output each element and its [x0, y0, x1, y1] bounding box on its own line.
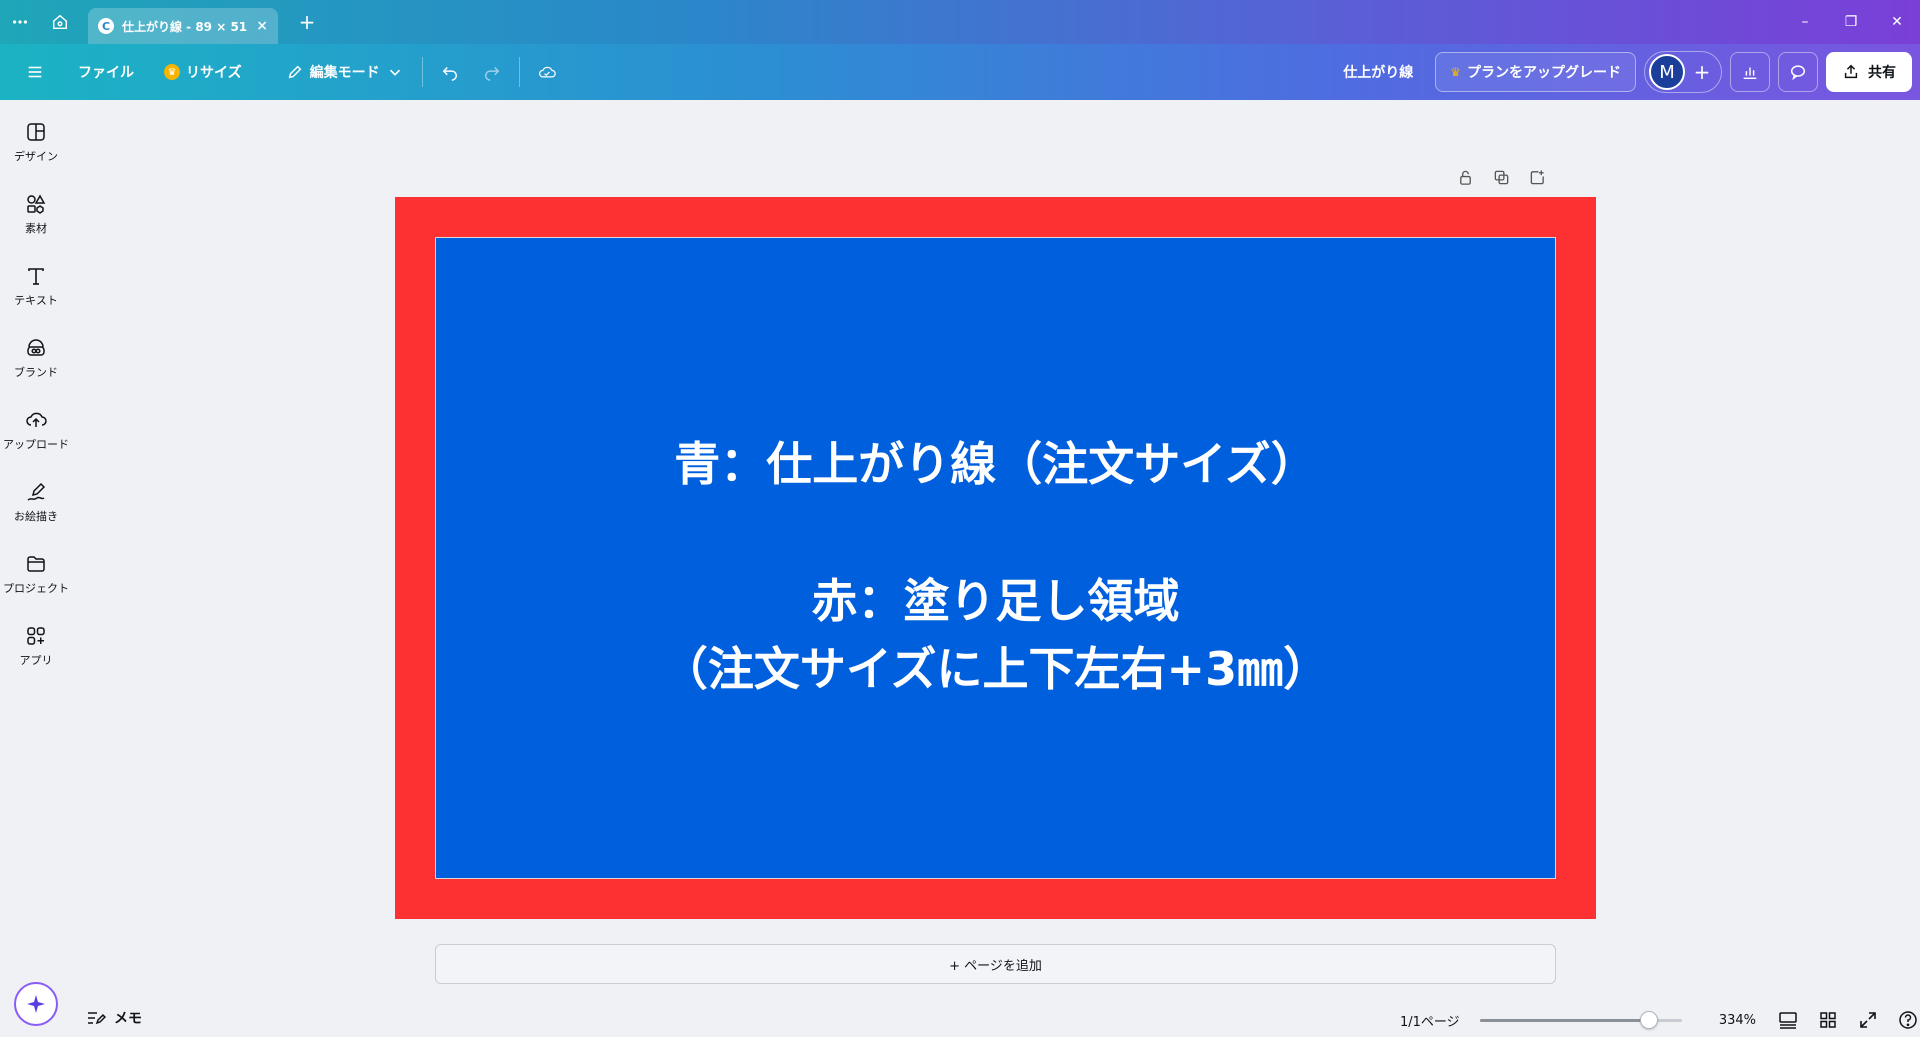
sidebar-item-apps[interactable]: アプリ: [0, 614, 72, 678]
file-menu-label: ファイル: [78, 65, 134, 81]
duplicate-page-icon[interactable]: [1490, 166, 1512, 188]
page-count[interactable]: 1/1ページ: [1400, 1011, 1480, 1030]
grid-view-icon[interactable]: [1814, 1006, 1842, 1034]
sidebar-item-label: アップロード: [3, 437, 69, 451]
elements-icon: [27, 193, 46, 214]
redo-icon: [484, 66, 499, 81]
edit-mode-label: 編集モード: [309, 65, 380, 81]
sidebar-item-label: ブランド: [14, 365, 58, 379]
sidebar-item-label: テキスト: [14, 293, 58, 307]
folder-icon: [27, 555, 45, 572]
share-button[interactable]: 共有: [1826, 52, 1912, 92]
add-page-icon[interactable]: [1526, 166, 1548, 188]
page-tools: [1454, 166, 1548, 188]
share-label: 共有: [1868, 65, 1896, 81]
restore-icon[interactable]: ❐: [1828, 0, 1874, 44]
notes-label: メモ: [114, 1011, 142, 1027]
draw-pen-icon: [27, 482, 46, 501]
share-upload-icon: [1844, 64, 1858, 79]
notes-button[interactable]: メモ: [86, 1008, 142, 1028]
document-title[interactable]: 仕上がり線: [1343, 62, 1413, 82]
chevron-down-icon: [389, 69, 400, 76]
design-layout-icon: [27, 122, 45, 141]
add-collaborator-icon[interactable]: +: [1687, 57, 1717, 87]
cloud-check-icon: [538, 66, 556, 78]
upgrade-plan-button[interactable]: ♛ プランをアップグレード: [1435, 52, 1636, 92]
sidebar-item-label: 素材: [25, 221, 47, 235]
collaborators-group: M +: [1644, 51, 1722, 93]
edit-mode-dropdown[interactable]: 編集モード: [274, 52, 416, 92]
comment-button[interactable]: [1778, 52, 1818, 92]
insights-button[interactable]: [1730, 52, 1770, 92]
magic-assistant-button[interactable]: [14, 982, 58, 1026]
upload-cloud-icon: [26, 412, 47, 427]
close-window-icon[interactable]: ✕: [1874, 0, 1920, 44]
crown-icon: ♛: [164, 64, 180, 80]
lock-icon[interactable]: [1454, 166, 1476, 188]
redo-button[interactable]: [471, 52, 513, 92]
trim-area[interactable]: 青：仕上がり線（注文サイズ） 赤：塗り足し領域 （注文サイズに上下左右+3㎜）: [435, 237, 1556, 879]
resize-button[interactable]: ♛ リサイズ: [152, 52, 254, 92]
sidebar-item-label: プロジェクト: [3, 581, 69, 595]
undo-icon: [442, 66, 457, 81]
zoom-fill: [1480, 1019, 1649, 1022]
fullscreen-icon[interactable]: [1854, 1006, 1882, 1034]
sidebar-item-brand[interactable]: ブランド: [0, 326, 72, 390]
text-icon: [28, 267, 44, 285]
resize-label: リサイズ: [186, 65, 242, 81]
toolbar-divider: [518, 57, 520, 87]
brand-icon: [27, 338, 45, 356]
upgrade-label: プランをアップグレード: [1467, 65, 1621, 81]
zoom-thumb[interactable]: [1640, 1011, 1658, 1029]
sidebar-item-draw[interactable]: お絵描き: [0, 470, 72, 534]
editor-toolbar: ファイル ♛ リサイズ 編集モード 仕上がり線 ♛ プランをアップグレード M …: [0, 44, 1920, 100]
tab-close-icon[interactable]: ×: [256, 18, 268, 34]
toolbar-divider: [421, 57, 423, 87]
canvas-text-line: 赤：塗り足し領域: [811, 574, 1180, 628]
canvas-text-block[interactable]: 青：仕上がり線（注文サイズ） 赤：塗り足し領域 （注文サイズに上下左右+3㎜）: [436, 238, 1555, 878]
sidebar-item-label: デザイン: [14, 149, 58, 163]
canvas-text-line: 青：仕上がり線（注文サイズ）: [674, 437, 1317, 491]
toolbar-right: 仕上がり線 ♛ プランをアップグレード M + 共有: [1343, 51, 1912, 93]
minimize-icon[interactable]: –: [1782, 0, 1828, 44]
bar-chart-icon: [1743, 67, 1757, 80]
new-tab-icon[interactable]: +: [292, 10, 322, 34]
browser-title-bar: C 仕上がり線 - 89 × 51... × + – ❐ ✕: [0, 0, 1920, 44]
canva-favicon-icon: C: [98, 18, 114, 34]
pencil-icon: [288, 65, 302, 79]
sidebar-item-projects[interactable]: プロジェクト: [0, 542, 72, 606]
comment-icon: [1790, 65, 1806, 81]
notes-icon: [88, 1012, 106, 1025]
help-icon[interactable]: [1894, 1006, 1920, 1034]
sidebar-item-text[interactable]: テキスト: [0, 254, 72, 318]
footer-controls: 1/1ページ 334%: [1400, 1006, 1920, 1034]
sidebar-item-label: アプリ: [19, 653, 53, 667]
sidebar-item-elements[interactable]: 素材: [0, 182, 72, 246]
apps-icon: [27, 626, 45, 645]
sidebar-item-label: お絵描き: [14, 509, 58, 523]
file-menu-button[interactable]: ファイル: [66, 52, 146, 92]
undo-button[interactable]: [429, 52, 471, 92]
zoom-value[interactable]: 334%: [1696, 1013, 1756, 1028]
sparkle-icon: [27, 995, 45, 1013]
add-page-button[interactable]: + ページを追加: [435, 944, 1556, 984]
cloud-save-status[interactable]: [526, 52, 568, 92]
tab-title: 仕上がり線 - 89 × 51...: [122, 19, 249, 34]
left-sidebar: デザイン 素材 テキスト ブランド アップロード お絵描き プロジェクト アプリ: [0, 100, 72, 1037]
more-menu-icon[interactable]: [0, 4, 40, 40]
avatar[interactable]: M: [1649, 54, 1685, 90]
zoom-slider[interactable]: [1480, 1010, 1682, 1030]
window-controls: – ❐ ✕: [1782, 0, 1920, 44]
sidebar-item-design[interactable]: デザイン: [0, 110, 72, 174]
sidebar-item-upload[interactable]: アップロード: [0, 398, 72, 462]
hamburger-menu-icon[interactable]: [0, 52, 66, 92]
page-view-icon[interactable]: [1774, 1006, 1802, 1034]
crown-icon: ♛: [1450, 65, 1461, 79]
canvas-text-line: （注文サイズに上下左右+3㎜）: [661, 642, 1330, 696]
home-icon[interactable]: [40, 4, 80, 40]
browser-tab[interactable]: C 仕上がり線 - 89 × 51... ×: [88, 8, 278, 44]
